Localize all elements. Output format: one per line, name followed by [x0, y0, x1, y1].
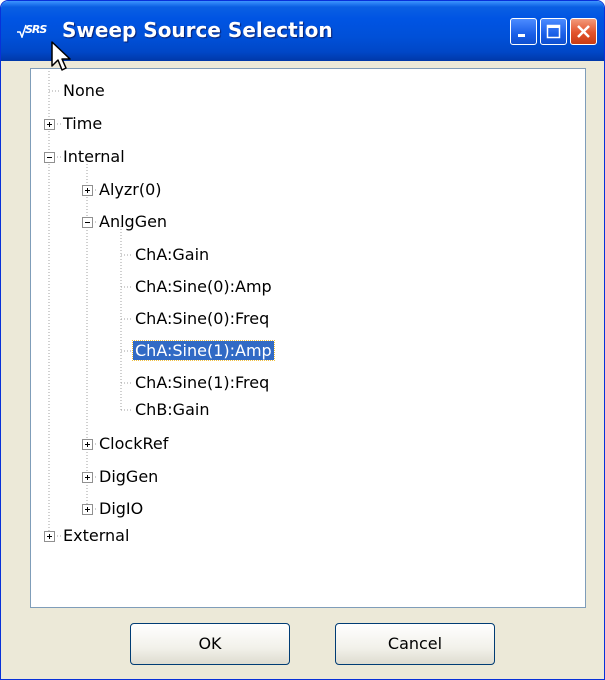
tree-item-label: Time	[63, 114, 103, 133]
tree-item-cha-sine-0-amp[interactable]: ChA:Sine(0):Amp	[133, 274, 274, 300]
tree-item-internal[interactable]: Internal	[61, 144, 127, 170]
maximize-icon	[546, 24, 561, 39]
title-bar[interactable]: SRS Sweep Source Selection	[1, 1, 604, 61]
collapse-minus-icon[interactable]	[82, 217, 93, 228]
close-button[interactable]	[570, 18, 597, 45]
collapse-minus-icon[interactable]	[44, 152, 55, 163]
tree-item-chb-gain[interactable]: ChB:Gain	[133, 397, 211, 423]
tree-item-cha-gain[interactable]: ChA:Gain	[133, 242, 211, 268]
minimize-button[interactable]	[510, 18, 537, 45]
tree-item-label: None	[63, 81, 105, 100]
app-icon-label: SRS	[25, 23, 47, 36]
tree-item-label: Alyzr(0)	[99, 180, 162, 199]
window-title: Sweep Source Selection	[62, 18, 333, 42]
tree-item-label: DigGen	[99, 467, 159, 486]
sweep-source-dialog: SRS Sweep Source Selection None Time Int…	[0, 0, 605, 680]
tree-item-cha-sine-1-amp[interactable]: ChA:Sine(1):Amp	[132, 338, 275, 364]
expand-plus-icon[interactable]	[82, 504, 93, 515]
expand-plus-icon[interactable]	[44, 119, 55, 130]
ok-button[interactable]: OK	[130, 623, 290, 665]
sweep-source-tree[interactable]: None Time Internal Alyzr(0) AnlgGen ChA:Gain C…	[30, 68, 586, 608]
tree-item-label: ChA:Sine(0):Amp	[135, 277, 272, 296]
tree-item-label: ChA:Sine(0):Freq	[135, 309, 270, 328]
expand-plus-icon[interactable]	[82, 439, 93, 450]
tree-item-digio[interactable]: DigIO	[97, 496, 145, 522]
tree-item-none[interactable]: None	[61, 78, 107, 104]
expand-plus-icon[interactable]	[44, 531, 55, 542]
minimize-icon	[518, 34, 525, 37]
tree-item-anlggen[interactable]: AnlgGen	[97, 209, 169, 235]
tree-item-cha-sine-0-freq[interactable]: ChA:Sine(0):Freq	[133, 306, 271, 332]
tree-item-time[interactable]: Time	[61, 111, 104, 137]
tree-item-label: AnlgGen	[99, 212, 168, 231]
tree-item-label: Internal	[63, 147, 125, 166]
cancel-button[interactable]: Cancel	[335, 623, 495, 665]
tree-item-label: DigIO	[99, 499, 144, 518]
expand-plus-icon[interactable]	[82, 185, 93, 196]
close-icon	[577, 25, 590, 38]
expand-plus-icon[interactable]	[82, 472, 93, 483]
srs-app-icon: SRS	[17, 20, 47, 42]
tree-item-label: ChA:Gain	[135, 245, 210, 264]
maximize-button[interactable]	[540, 18, 567, 45]
tree-item-alyzr-0[interactable]: Alyzr(0)	[97, 177, 164, 203]
tree-item-label: ClockRef	[99, 434, 169, 453]
tree-item-label: ChB:Gain	[135, 400, 210, 419]
tree-item-label: ChA:Sine(1):Freq	[135, 373, 270, 392]
tree-item-external[interactable]: External	[61, 523, 131, 549]
tree-item-label: External	[63, 526, 130, 545]
tree-item-label: ChA:Sine(1):Amp	[132, 340, 275, 361]
mouse-cursor-icon	[51, 41, 71, 71]
tree-item-diggen[interactable]: DigGen	[97, 464, 160, 490]
tree-item-clockref[interactable]: ClockRef	[97, 431, 170, 457]
tree-item-cha-sine-1-freq[interactable]: ChA:Sine(1):Freq	[133, 370, 271, 396]
